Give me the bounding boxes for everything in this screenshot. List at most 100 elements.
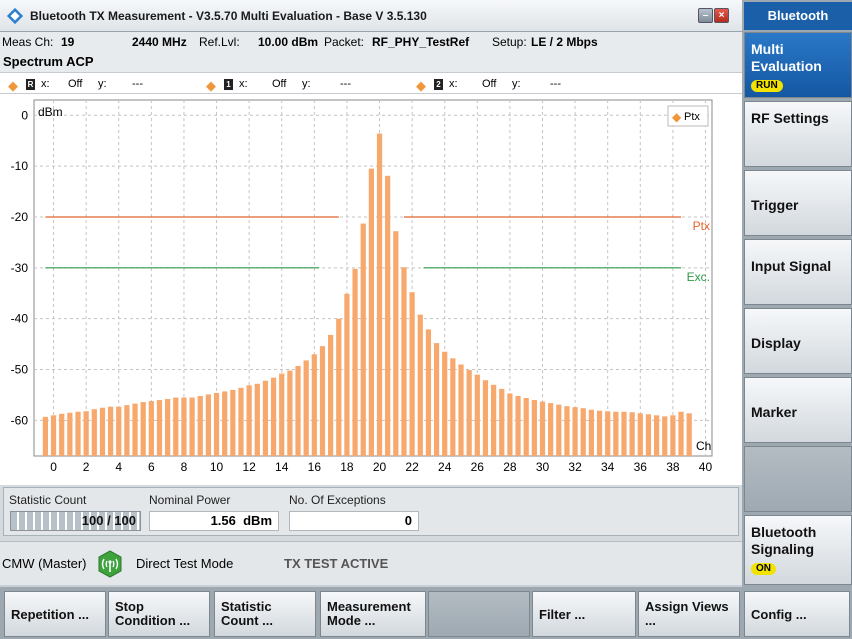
- marker-2-x-label: x:: [449, 78, 458, 90]
- softkey-config[interactable]: Config ...: [744, 591, 850, 637]
- softkey-label: Stop Condition ...: [115, 599, 191, 628]
- spectrum-chart: 0 2 4 6 8 10 12 14 16 18 20 22 24 26 28 30 32 34 36 38 400-1…: [11, 99, 713, 474]
- spectrum-bar: [222, 391, 228, 456]
- y-tick-label: 0: [21, 108, 28, 122]
- spectrum-bar: [107, 406, 114, 456]
- softkey-label: Statistic Count ...: [221, 599, 273, 628]
- softkey-label: Measurement Mode ...: [327, 599, 411, 628]
- sidebar-item-bluetooth-signaling[interactable]: Bluetooth Signaling ON: [744, 515, 852, 585]
- x-tick-label: 18: [340, 460, 354, 474]
- spectrum-bar: [588, 409, 595, 456]
- mode-label: Direct Test Mode: [136, 556, 234, 571]
- softkey-measurement-mode[interactable]: Measurement Mode ...: [320, 591, 426, 637]
- marker-2-badge: 2: [434, 78, 443, 90]
- sidebar-item-empty: [744, 446, 852, 512]
- spectrum-bar: [279, 373, 285, 456]
- spectrum-bar: [59, 413, 65, 456]
- statistic-count-progress: 100 / 100: [10, 511, 141, 531]
- softkey-filter[interactable]: Filter ...: [532, 591, 636, 637]
- spectrum-bar: [670, 415, 676, 456]
- spectrum-bar: [385, 175, 391, 456]
- marker-ref-x-value: Off: [68, 78, 83, 90]
- spectrum-bar: [311, 354, 317, 456]
- packet-value: RF_PHY_TestRef: [372, 35, 470, 49]
- marker-ref-badge: R: [26, 78, 35, 90]
- exceptions-label: No. Of Exceptions: [289, 493, 386, 507]
- limit-line-label: Ptx: [693, 219, 710, 233]
- spectrum-bar: [531, 400, 537, 456]
- spectrum-plot[interactable]: 0 2 4 6 8 10 12 14 16 18 20 22 24 26 28 30 32 34 36 38 40 0 -1…: [0, 94, 742, 485]
- spectrum-bar: [246, 385, 252, 456]
- marker-2-y-label: y:: [512, 78, 521, 90]
- spectrum-bar: [83, 411, 89, 456]
- sidebar-item-rf-settings[interactable]: RF Settings: [744, 101, 852, 167]
- spectrum-bar: [173, 397, 179, 456]
- spectrum-bar: [466, 370, 472, 456]
- spectrum-bar: [230, 389, 236, 456]
- sidebar-item-label: Input Signal: [751, 258, 832, 274]
- spectrum-bar: [629, 412, 635, 456]
- y-tick-label: -30: [11, 261, 29, 275]
- softkey-assign-views[interactable]: Assign Views ...: [638, 591, 740, 637]
- spectrum-bar: [42, 416, 49, 456]
- spectrum-bar: [596, 410, 603, 456]
- app-window: Bluetooth TX Measurement - V3.5.70 Multi…: [0, 0, 852, 639]
- spectrum-bar: [189, 397, 195, 456]
- spectrum-bar: [425, 329, 432, 456]
- softkey-stop-condition[interactable]: Stop Condition ...: [108, 591, 210, 637]
- spectrum-bar: [165, 399, 171, 456]
- x-axis-label: Ch: [696, 439, 711, 453]
- window-title: Bluetooth TX Measurement - V3.5.70 Multi…: [30, 8, 427, 23]
- minimize-button[interactable]: –: [698, 8, 713, 23]
- spectrum-bar: [637, 413, 643, 456]
- marker-1-x-value: Off: [272, 78, 287, 90]
- spectrum-bar: [433, 343, 440, 456]
- sidebar-item-input-signal[interactable]: Input Signal: [744, 239, 852, 305]
- softkey-empty: [428, 591, 530, 637]
- y-tick-label: -10: [11, 159, 29, 173]
- marker-diamond-icon: ◆: [206, 78, 216, 93]
- marker-2-id: 2: [434, 79, 443, 90]
- nominal-power-unit: dBm: [243, 513, 272, 528]
- sidebar-header: Bluetooth: [744, 2, 852, 30]
- softkey-repetition[interactable]: Repetition ...: [4, 591, 106, 637]
- softkey-label: Filter ...: [539, 607, 586, 622]
- sidebar-item-marker[interactable]: Marker: [744, 377, 852, 443]
- spectrum-bar: [605, 411, 611, 456]
- spectrum-bar: [156, 400, 163, 456]
- spectrum-bar: [662, 416, 668, 456]
- x-tick-label: 20: [373, 460, 387, 474]
- spectrum-bar: [490, 384, 497, 456]
- spectrum-bar: [238, 387, 244, 456]
- statistic-count-value: 100 / 100: [81, 513, 136, 528]
- spectrum-bar: [50, 415, 57, 456]
- sidebar-item-multi-evaluation[interactable]: Multi Evaluation RUN: [744, 32, 852, 98]
- x-tick-label: 2: [83, 460, 90, 474]
- spectrum-bar: [678, 411, 684, 456]
- sidebar-item-display[interactable]: Display: [744, 308, 852, 374]
- state-label: TX TEST ACTIVE: [284, 556, 389, 571]
- spectrum-bar: [140, 402, 146, 456]
- spectrum-bar: [91, 409, 97, 456]
- spectrum-bar: [474, 374, 480, 456]
- close-button[interactable]: ×: [714, 8, 729, 23]
- spectrum-bar: [401, 267, 407, 456]
- softkey-label: Config ...: [751, 607, 807, 622]
- marker-1-badge: 1: [224, 78, 233, 90]
- x-tick-label: 24: [438, 460, 452, 474]
- spectrum-bar: [393, 231, 399, 456]
- sidebar-item-trigger[interactable]: Trigger: [744, 170, 852, 236]
- spectrum-bar: [417, 314, 423, 456]
- meas-ch-value: 19: [61, 35, 75, 49]
- rs-logo-icon: [6, 7, 24, 24]
- nominal-power-value: 1.56: [210, 513, 236, 528]
- x-tick-label: 32: [568, 460, 582, 474]
- frequency-value: 2440 MHz: [132, 35, 187, 49]
- x-tick-label: 10: [210, 460, 224, 474]
- spectrum-bar: [197, 395, 203, 456]
- spectrum-bar: [523, 398, 529, 456]
- softkey-statistic-count[interactable]: Statistic Count ...: [214, 591, 316, 637]
- spectrum-bar: [653, 415, 660, 456]
- setup-label: Setup:: [492, 35, 527, 49]
- spectrum-bar: [482, 380, 489, 456]
